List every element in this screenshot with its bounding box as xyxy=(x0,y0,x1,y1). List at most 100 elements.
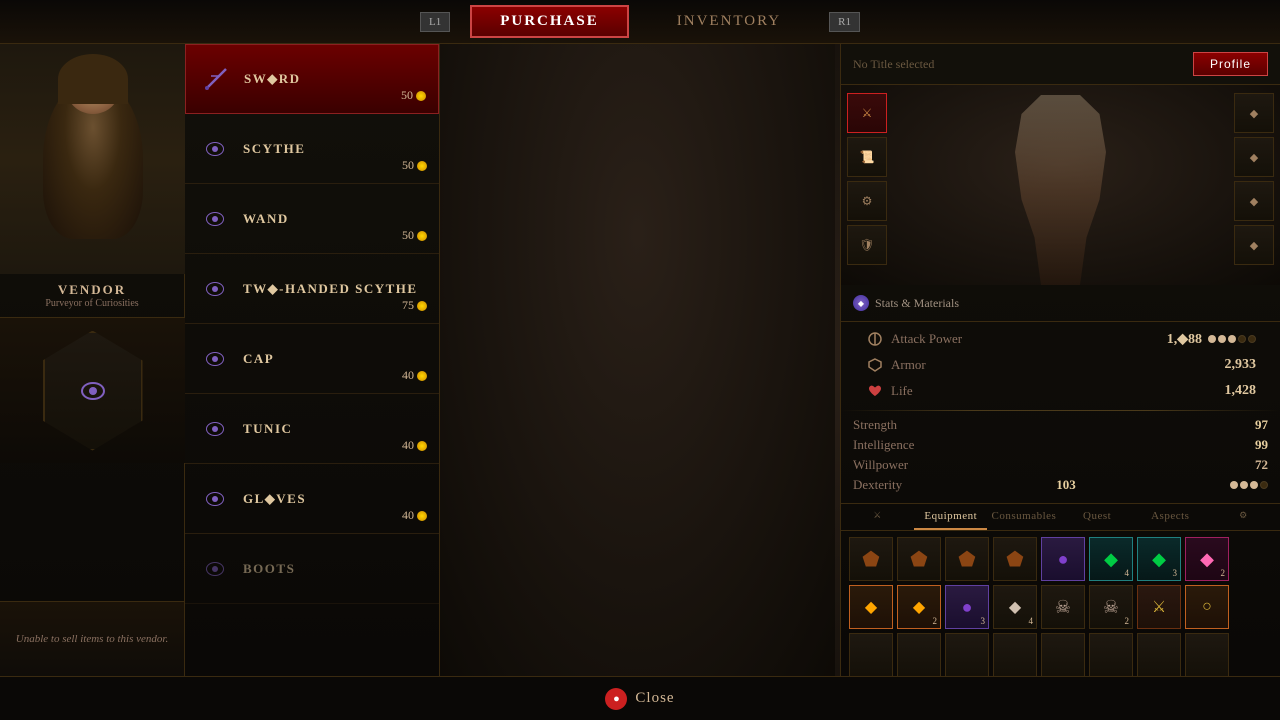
item-name-scythe: SCYTHE xyxy=(243,141,305,157)
dexterity-row: Dexterity 103 xyxy=(853,475,1268,495)
list-item[interactable]: TUNIC 40 xyxy=(185,394,439,464)
quest-tab[interactable]: Quest xyxy=(1061,504,1134,530)
gold-dot xyxy=(417,231,427,241)
inv-slot[interactable]: ⚔ xyxy=(1137,585,1181,629)
sword-icon xyxy=(198,61,234,97)
stats-icon: ◆ xyxy=(853,295,869,311)
inv-slot[interactable] xyxy=(945,633,989,677)
aspects-tab[interactable]: Aspects xyxy=(1134,504,1207,530)
wand-icon xyxy=(197,201,233,237)
list-item[interactable]: SW◆RD 50 xyxy=(185,44,439,114)
close-button[interactable]: ● Close xyxy=(605,688,674,710)
item-slot[interactable]: ◆ xyxy=(1234,137,1274,177)
stats-materials-tab[interactable]: ◆ Stats & Materials xyxy=(853,291,1268,315)
item-slot[interactable]: ◆ xyxy=(1234,225,1274,265)
item-slot[interactable]: 📜 xyxy=(847,137,887,177)
boots-icon xyxy=(197,551,233,587)
rune-eye-small-icon xyxy=(206,212,224,226)
close-circle-icon: ● xyxy=(605,688,627,710)
gold-dot xyxy=(417,511,427,521)
item-name-tunic: TUNIC xyxy=(243,421,292,437)
inv-slot[interactable]: ⬟ xyxy=(849,537,893,581)
two-handed-scythe-icon xyxy=(197,271,233,307)
willpower-label: Willpower xyxy=(853,457,908,473)
vendor-info: VENDOR Purveyor of Curiosities xyxy=(0,274,184,318)
inv-slot[interactable]: ☠ xyxy=(1041,585,1085,629)
inventory-grid: ⬟ ⬟ ⬟ ⬟ ● ◆4 ◆3 ◆2 ◆ ◆2 ●3 ◆4 ☠ ☠2 ⚔ ○ xyxy=(841,531,1280,683)
inv-slot[interactable]: ● xyxy=(1041,537,1085,581)
inv-slot[interactable]: ☠2 xyxy=(1089,585,1133,629)
inv-slot[interactable]: ●3 xyxy=(945,585,989,629)
dexterity-value: 103 xyxy=(1056,477,1076,493)
vendor-panel: VENDOR Purveyor of Curiosities Unable to… xyxy=(0,44,185,676)
item-slot[interactable]: ⚙ xyxy=(847,181,887,221)
item-slot[interactable]: 🛡 xyxy=(847,225,887,265)
character-display: ⚔ 📜 ⚙ 🛡 ◆ ◆ ◆ ◆ xyxy=(841,85,1280,285)
stats-materials-label: Stats & Materials xyxy=(875,296,959,311)
inv-slot[interactable] xyxy=(897,633,941,677)
rune-eye-icon xyxy=(81,382,105,400)
inv-slot[interactable] xyxy=(1137,633,1181,677)
armor-icon xyxy=(865,355,885,375)
inv-slot[interactable]: ○ xyxy=(1185,585,1229,629)
rune-eye-small-icon xyxy=(206,492,224,506)
rune-eye-small-icon xyxy=(206,282,224,296)
separator xyxy=(841,410,1280,411)
purchase-tab[interactable]: PURCHASE xyxy=(470,5,629,38)
inv-slot[interactable]: ⬟ xyxy=(993,537,1037,581)
gold-dot xyxy=(416,91,426,101)
inv-slot[interactable] xyxy=(1089,633,1133,677)
life-value: 1,428 xyxy=(1225,383,1257,399)
item-price-gloves: 40 xyxy=(402,508,427,523)
vendor-hood xyxy=(58,54,128,104)
rune-eye-small-icon xyxy=(206,352,224,366)
tunic-icon xyxy=(197,411,233,447)
item-list-panel: SW◆RD 50 SCYTHE 50 WAND 50 xyxy=(185,44,440,676)
attack-power-row: Attack Power 1,◆88 xyxy=(853,326,1268,352)
inv-slot[interactable]: ◆2 xyxy=(897,585,941,629)
left-item-slots: ⚔ 📜 ⚙ 🛡 xyxy=(841,85,893,273)
list-item[interactable]: BOOTS xyxy=(185,534,439,604)
inv-slot[interactable] xyxy=(1041,633,1085,677)
r1-badge: R1 xyxy=(829,12,860,32)
right-panel: No Title selected Profile ⚔ 📜 ⚙ 🛡 ◆ ◆ ◆ … xyxy=(840,44,1280,676)
rune-eye-small-icon xyxy=(206,422,224,436)
inv-slot[interactable]: ◆3 xyxy=(1137,537,1181,581)
strength-value: 97 xyxy=(1255,417,1268,433)
list-item[interactable]: GL◆VES 40 xyxy=(185,464,439,534)
equipment-tab[interactable]: Equipment xyxy=(914,504,987,530)
consumables-tab[interactable]: Consumables xyxy=(987,504,1060,530)
item-slot[interactable]: ◆ xyxy=(1234,93,1274,133)
close-label: Close xyxy=(635,690,674,707)
item-slot[interactable]: ⚔ xyxy=(847,93,887,133)
l1-badge: L1 xyxy=(420,12,450,32)
list-item[interactable]: CAP 40 xyxy=(185,324,439,394)
life-label: Life xyxy=(891,383,1219,399)
inv-slot[interactable] xyxy=(1185,633,1229,677)
inv-slot[interactable]: ◆4 xyxy=(1089,537,1133,581)
dexterity-label: Dexterity xyxy=(853,477,902,493)
vendor-role-label: VENDOR xyxy=(10,282,174,298)
inv-slot[interactable] xyxy=(993,633,1037,677)
profile-button[interactable]: Profile xyxy=(1193,52,1268,76)
top-bar: L1 PURCHASE INVENTORY R1 xyxy=(0,0,1280,44)
list-item[interactable]: WAND 50 xyxy=(185,184,439,254)
gold-dot xyxy=(417,371,427,381)
cap-icon xyxy=(197,341,233,377)
inv-slot[interactable] xyxy=(849,633,893,677)
willpower-value: 72 xyxy=(1255,457,1268,473)
inv-slot[interactable]: ⬟ xyxy=(897,537,941,581)
inv-slot[interactable]: ⬟ xyxy=(945,537,989,581)
list-item[interactable]: TW◆-HANDED SCYTHE 75 xyxy=(185,254,439,324)
item-slot[interactable]: ◆ xyxy=(1234,181,1274,221)
no-title-label: No Title selected xyxy=(853,57,934,72)
inv-slot[interactable]: ◆ xyxy=(849,585,893,629)
inventory-tab[interactable]: INVENTORY xyxy=(649,7,809,36)
combat-stats-panel: Attack Power 1,◆88 Armor 2,933 Life xyxy=(841,322,1280,408)
inv-slot[interactable]: ◆2 xyxy=(1185,537,1229,581)
inv-slot[interactable]: ◆4 xyxy=(993,585,1037,629)
intelligence-label: Intelligence xyxy=(853,437,914,453)
list-item[interactable]: SCYTHE 50 xyxy=(185,114,439,184)
sell-notice-text: Unable to sell items to this vendor. xyxy=(16,633,168,645)
sell-notice: Unable to sell items to this vendor. xyxy=(0,601,184,676)
